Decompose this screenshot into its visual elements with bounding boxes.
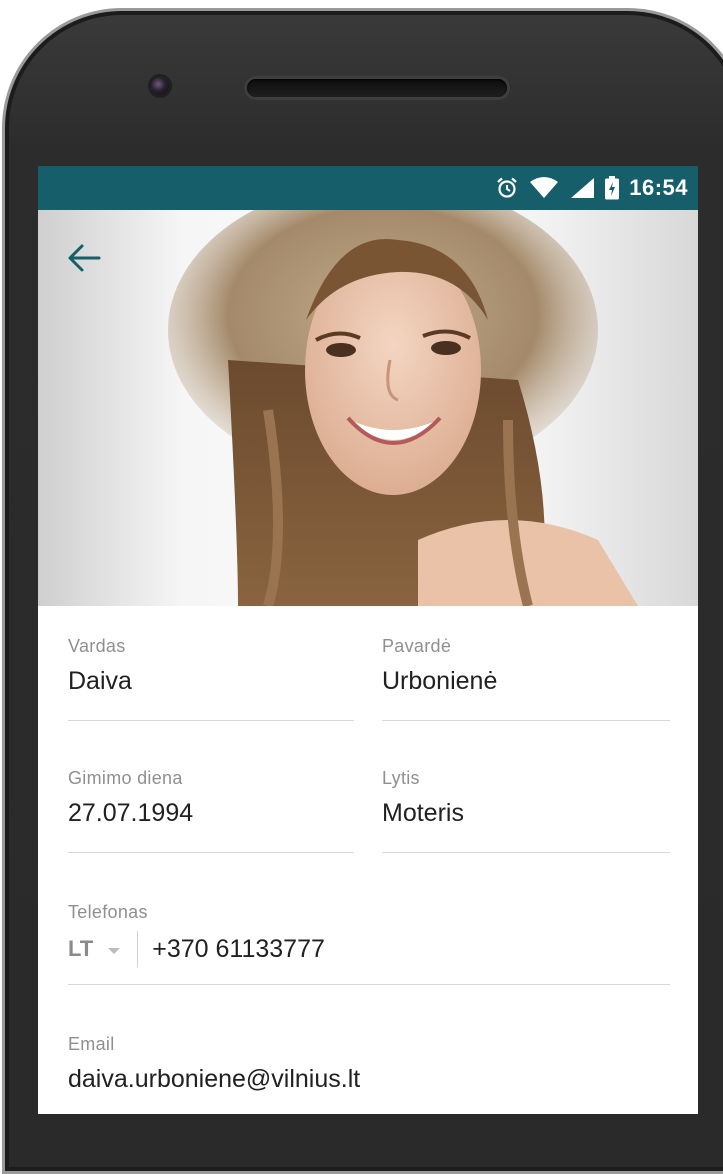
status-time: 16:54 — [629, 175, 688, 200]
email-value: daiva.urboniene@vilnius.lt — [68, 1065, 361, 1093]
screen: 16:54 Vardas Daiva Pavardė Urbonienė Gim… — [38, 166, 698, 1114]
birthday-value: 27.07.1994 — [68, 799, 194, 827]
first-name-value: Daiva — [68, 667, 132, 695]
wifi-icon — [529, 176, 559, 200]
front-camera — [151, 77, 169, 95]
profile-photo-illustration — [168, 210, 638, 606]
earpiece-speaker — [247, 79, 507, 97]
country-code-dropdown[interactable]: LT — [68, 936, 121, 962]
back-button[interactable] — [60, 240, 108, 280]
profile-photo — [38, 210, 698, 606]
country-code-value: LT — [68, 936, 94, 961]
signal-icon — [569, 176, 595, 200]
phone-field: Telefonas LT +370 61133777 — [68, 902, 670, 988]
phone-row: LT +370 61133777 — [68, 931, 670, 967]
birthday-field[interactable]: Gimimo diena 27.07.1994 — [68, 768, 354, 854]
birthday-underline — [68, 852, 354, 853]
status-bar: 16:54 — [38, 166, 698, 210]
first-name-field[interactable]: Vardas Daiva — [68, 636, 354, 722]
status-icons: 16:54 — [495, 166, 688, 210]
gender-underline — [382, 852, 670, 853]
chevron-down-icon — [107, 936, 121, 962]
last-name-value: Urbonienė — [382, 667, 498, 695]
phone-underline — [68, 984, 670, 985]
battery-icon — [605, 176, 620, 200]
arrow-left-icon — [67, 244, 101, 277]
birthday-label: Gimimo diena — [68, 768, 183, 788]
phone-number-input[interactable]: +370 61133777 — [152, 935, 325, 964]
phone-divider — [137, 931, 139, 967]
alarm-icon — [495, 176, 519, 200]
first-name-underline — [68, 720, 354, 721]
gender-field[interactable]: Lytis Moteris — [382, 768, 670, 854]
phone-label: Telefonas — [68, 902, 148, 922]
gender-value: Moteris — [382, 799, 464, 827]
last-name-field[interactable]: Pavardė Urbonienė — [382, 636, 670, 722]
last-name-label: Pavardė — [382, 636, 452, 656]
email-field[interactable]: Email daiva.urboniene@vilnius.lt — [68, 1034, 670, 1114]
last-name-underline — [382, 720, 670, 721]
gender-label: Lytis — [382, 768, 420, 788]
email-label: Email — [68, 1034, 115, 1054]
first-name-label: Vardas — [68, 636, 126, 656]
